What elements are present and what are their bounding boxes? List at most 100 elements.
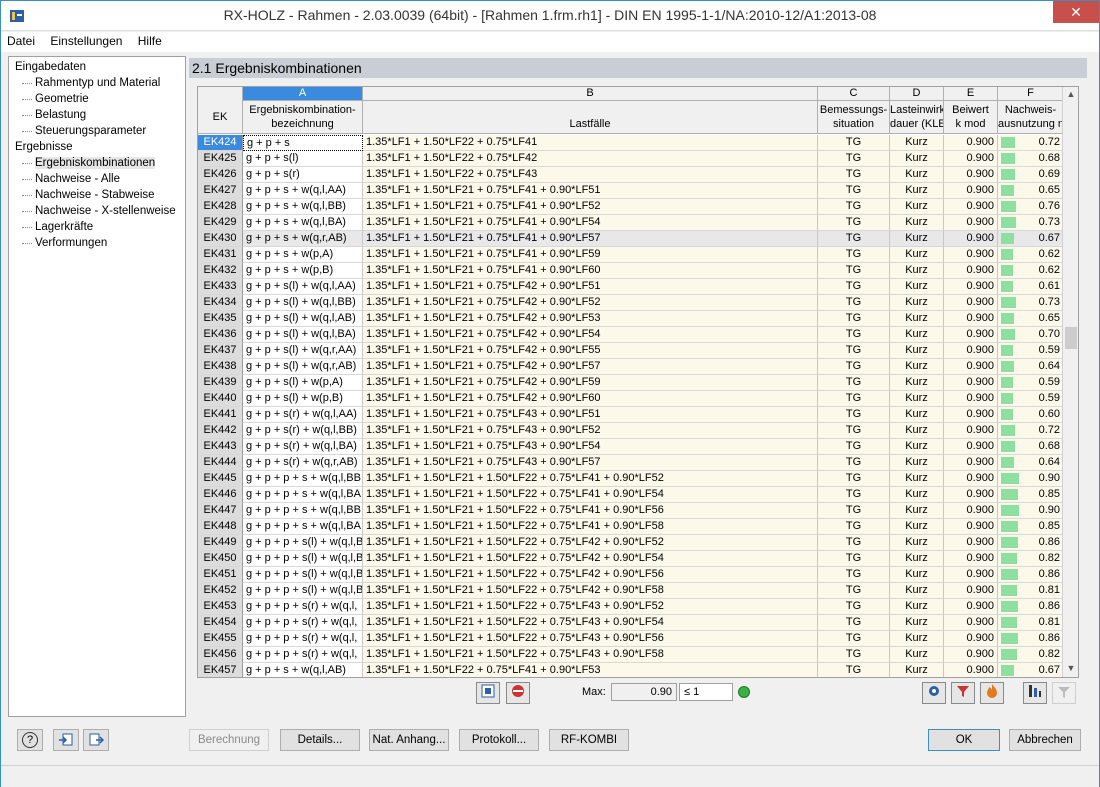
row-duration-cell[interactable]: Kurz: [890, 455, 944, 471]
row-loadcases-cell[interactable]: 1.35*LF1 + 1.50*LF22 + 0.75*LF41: [363, 135, 818, 151]
row-ek-cell[interactable]: EK424: [198, 135, 243, 151]
row-situation-cell[interactable]: TG: [818, 231, 890, 247]
row-ek-cell[interactable]: EK434: [198, 295, 243, 311]
row-utilization-cell[interactable]: 0.61: [998, 279, 1064, 295]
table-row[interactable]: EK444 g + p + s(r) + w(q,r,AB) 1.35*LF1 + …: [198, 455, 1064, 471]
row-kmod-cell[interactable]: 0.900: [944, 551, 998, 567]
row-situation-cell[interactable]: TG: [818, 535, 890, 551]
row-ek-cell[interactable]: EK442: [198, 423, 243, 439]
row-loadcases-cell[interactable]: 1.35*LF1 + 1.50*LF21 + 1.50*LF22 + 0.75*…: [363, 503, 818, 519]
row-loadcases-cell[interactable]: 1.35*LF1 + 1.50*LF21 + 0.75*LF42 + 0.90*…: [363, 311, 818, 327]
row-duration-cell[interactable]: Kurz: [890, 567, 944, 583]
row-situation-cell[interactable]: TG: [818, 487, 890, 503]
row-duration-cell[interactable]: Kurz: [890, 215, 944, 231]
export-icon[interactable]: [1052, 682, 1076, 704]
row-utilization-cell[interactable]: 0.85: [998, 487, 1064, 503]
row-situation-cell[interactable]: TG: [818, 391, 890, 407]
row-utilization-cell[interactable]: 0.69: [998, 167, 1064, 183]
row-loadcases-cell[interactable]: 1.35*LF1 + 1.50*LF21 + 0.75*LF41 + 0.90*…: [363, 215, 818, 231]
row-loadcases-cell[interactable]: 1.35*LF1 + 1.50*LF21 + 1.50*LF22 + 0.75*…: [363, 567, 818, 583]
row-utilization-cell[interactable]: 0.85: [998, 519, 1064, 535]
row-utilization-cell[interactable]: 0.59: [998, 375, 1064, 391]
row-ek-cell[interactable]: EK454: [198, 615, 243, 631]
row-situation-cell[interactable]: TG: [818, 423, 890, 439]
table-row[interactable]: EK428 g + p + s + w(q,l,BB) 1.35*LF1 + 1.5…: [198, 199, 1064, 215]
row-loadcases-cell[interactable]: 1.35*LF1 + 1.50*LF21 + 0.75*LF41 + 0.90*…: [363, 199, 818, 215]
row-loadcases-cell[interactable]: 1.35*LF1 + 1.50*LF21 + 0.75*LF41 + 0.90*…: [363, 263, 818, 279]
tree-root-ergebnisse[interactable]: Ergebnisse: [9, 139, 185, 155]
row-kmod-cell[interactable]: 0.900: [944, 279, 998, 295]
col-letter-a[interactable]: A: [243, 87, 363, 101]
row-kmod-cell[interactable]: 0.900: [944, 407, 998, 423]
row-situation-cell[interactable]: TG: [818, 471, 890, 487]
table-row[interactable]: EK434 g + p + s(l) + w(q,l,BB) 1.35*LF1 + …: [198, 295, 1064, 311]
tree-item-nachweise-x-stellenweise[interactable]: Nachweise - X-stellenweise: [9, 203, 185, 219]
row-utilization-cell[interactable]: 0.86: [998, 535, 1064, 551]
row-name-cell[interactable]: g + p + s(l): [243, 151, 363, 167]
row-situation-cell[interactable]: TG: [818, 551, 890, 567]
row-loadcases-cell[interactable]: 1.35*LF1 + 1.50*LF21 + 0.75*LF42 + 0.90*…: [363, 343, 818, 359]
table-row[interactable]: EK431 g + p + s + w(p,A) 1.35*LF1 + 1.50*L…: [198, 247, 1064, 263]
row-duration-cell[interactable]: Kurz: [890, 247, 944, 263]
row-loadcases-cell[interactable]: 1.35*LF1 + 1.50*LF21 + 0.75*LF42 + 0.90*…: [363, 295, 818, 311]
row-name-cell[interactable]: g + p + s + w(q,l,AA): [243, 183, 363, 199]
row-name-cell[interactable]: g + p + s(l) + w(q,l,AA): [243, 279, 363, 295]
table-row[interactable]: EK449 g + p + p + s(l) + w(q,l,B 1.35*LF1 …: [198, 535, 1064, 551]
row-duration-cell[interactable]: Kurz: [890, 583, 944, 599]
row-ek-cell[interactable]: EK438: [198, 359, 243, 375]
row-situation-cell[interactable]: TG: [818, 167, 890, 183]
row-kmod-cell[interactable]: 0.900: [944, 295, 998, 311]
row-duration-cell[interactable]: Kurz: [890, 487, 944, 503]
row-utilization-cell[interactable]: 0.82: [998, 647, 1064, 663]
close-button[interactable]: ✕: [1053, 1, 1099, 23]
row-name-cell[interactable]: g + p + s(r) + w(q,l,BB): [243, 423, 363, 439]
row-kmod-cell[interactable]: 0.900: [944, 615, 998, 631]
row-kmod-cell[interactable]: 0.900: [944, 519, 998, 535]
row-ek-cell[interactable]: EK448: [198, 519, 243, 535]
row-kmod-cell[interactable]: 0.900: [944, 599, 998, 615]
row-situation-cell[interactable]: TG: [818, 599, 890, 615]
row-kmod-cell[interactable]: 0.900: [944, 199, 998, 215]
col-letter-e[interactable]: E: [944, 87, 998, 101]
row-duration-cell[interactable]: Kurz: [890, 663, 944, 677]
row-kmod-cell[interactable]: 0.900: [944, 631, 998, 647]
row-duration-cell[interactable]: Kurz: [890, 295, 944, 311]
row-name-cell[interactable]: g + p + s + w(q,r,AB): [243, 231, 363, 247]
table-row[interactable]: EK447 g + p + p + s + w(q,l,BB 1.35*LF1 + …: [198, 503, 1064, 519]
row-duration-cell[interactable]: Kurz: [890, 231, 944, 247]
row-ek-cell[interactable]: EK449: [198, 535, 243, 551]
row-name-cell[interactable]: g + p + s(l) + w(q,l,BB): [243, 295, 363, 311]
row-duration-cell[interactable]: Kurz: [890, 439, 944, 455]
tree-root-eingabedaten[interactable]: Eingabedaten: [9, 59, 185, 75]
col-letter-f[interactable]: F: [998, 87, 1064, 101]
row-kmod-cell[interactable]: 0.900: [944, 215, 998, 231]
row-situation-cell[interactable]: TG: [818, 327, 890, 343]
table-row[interactable]: EK433 g + p + s(l) + w(q,l,AA) 1.35*LF1 + …: [198, 279, 1064, 295]
row-utilization-cell[interactable]: 0.81: [998, 615, 1064, 631]
row-loadcases-cell[interactable]: 1.35*LF1 + 1.50*LF21 + 1.50*LF22 + 0.75*…: [363, 519, 818, 535]
row-utilization-cell[interactable]: 0.73: [998, 295, 1064, 311]
scroll-down-icon[interactable]: ▼: [1063, 663, 1078, 673]
row-kmod-cell[interactable]: 0.900: [944, 247, 998, 263]
row-situation-cell[interactable]: TG: [818, 311, 890, 327]
row-name-cell[interactable]: g + p + s(l) + w(p,B): [243, 391, 363, 407]
settings-icon[interactable]: [922, 682, 946, 704]
tree-item-verformungen[interactable]: Verformungen: [9, 235, 185, 251]
row-ek-cell[interactable]: EK452: [198, 583, 243, 599]
row-situation-cell[interactable]: TG: [818, 439, 890, 455]
row-name-cell[interactable]: g + p + s + w(q,l,BA): [243, 215, 363, 231]
ok-button[interactable]: OK: [928, 729, 1000, 751]
row-kmod-cell[interactable]: 0.900: [944, 487, 998, 503]
row-kmod-cell[interactable]: 0.900: [944, 343, 998, 359]
table-row[interactable]: EK452 g + p + p + s(l) + w(q,l,B 1.35*LF1 …: [198, 583, 1064, 599]
tree-item-nachweise-alle[interactable]: Nachweise - Alle: [9, 171, 185, 187]
row-name-cell[interactable]: g + p + s(l) + w(q,l,BA): [243, 327, 363, 343]
row-name-cell[interactable]: g + p + p + s + w(q,l,BA: [243, 519, 363, 535]
row-kmod-cell[interactable]: 0.900: [944, 231, 998, 247]
row-ek-cell[interactable]: EK436: [198, 327, 243, 343]
row-loadcases-cell[interactable]: 1.35*LF1 + 1.50*LF21 + 0.75*LF42 + 0.90*…: [363, 359, 818, 375]
row-ek-cell[interactable]: EK433: [198, 279, 243, 295]
table-row[interactable]: EK436 g + p + s(l) + w(q,l,BA) 1.35*LF1 + …: [198, 327, 1064, 343]
row-loadcases-cell[interactable]: 1.35*LF1 + 1.50*LF21 + 0.75*LF42 + 0.90*…: [363, 391, 818, 407]
row-kmod-cell[interactable]: 0.900: [944, 135, 998, 151]
